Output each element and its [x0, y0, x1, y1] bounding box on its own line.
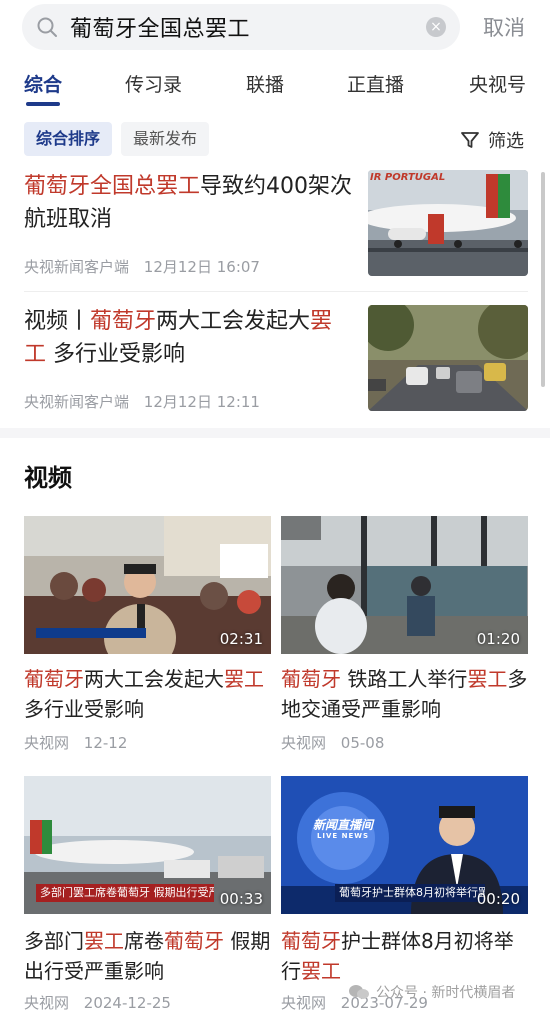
filter-button[interactable]: 筛选	[460, 127, 524, 153]
wechat-icon	[349, 985, 369, 999]
video-title: 葡萄牙护士群体8月初将举行罢工	[281, 926, 528, 986]
tab-bar: 综合 传习录 联播 正直播 央视号	[0, 70, 550, 110]
highlighted-keyword: 葡萄牙	[24, 667, 84, 691]
highlighted-keyword: 罢工	[301, 959, 341, 983]
highlighted-keyword: 罢工	[467, 667, 508, 691]
scrollbar[interactable]	[541, 172, 545, 387]
news-item[interactable]: 视频丨葡萄牙两大工会发起大罢工 多行业受影响 央视新闻客户端 12月12日 12…	[0, 305, 550, 420]
news-item[interactable]: 葡萄牙全国总罢工导致约400架次航班取消 央视新闻客户端 12月12日 16:0…	[0, 170, 550, 285]
video-meta: 央视网 05-08	[281, 732, 384, 753]
sort-latest-chip[interactable]: 最新发布	[121, 122, 210, 156]
video-source: 央视网	[281, 994, 327, 1012]
title-text: 视频丨	[24, 309, 91, 334]
news-title: 视频丨葡萄牙两大工会发起大罢工 多行业受影响	[24, 305, 354, 371]
title-text: 两大工会发起大	[84, 667, 224, 691]
active-tab-indicator	[26, 102, 60, 106]
video-card[interactable]: 新闻直播间 LIVE NEWS 葡萄牙护士群体8月初将举行罢 00:20 葡萄牙…	[281, 776, 528, 1012]
title-text: 多部门	[24, 929, 84, 953]
title-text: 铁路工人举行	[341, 667, 468, 691]
video-duration: 00:33	[219, 890, 263, 908]
highlighted-keyword: 罢工	[224, 667, 264, 691]
highlighted-keyword: 葡萄牙	[164, 929, 224, 953]
news-source: 央视新闻客户端	[24, 258, 130, 276]
highlighted-keyword: 罢工	[84, 929, 124, 953]
highlighted-keyword: 葡萄牙	[281, 667, 341, 691]
video-title: 多部门罢工席卷葡萄牙 假期出行受严重影响	[24, 926, 271, 986]
sort-comprehensive-chip[interactable]: 综合排序	[24, 122, 113, 156]
news-thumbnail: IR PORTUGAL	[368, 170, 528, 276]
video-thumbnail: 新闻直播间 LIVE NEWS 葡萄牙护士群体8月初将举行罢 00:20	[281, 776, 528, 914]
search-bar[interactable]: 葡萄牙全国总罢工 ×	[22, 4, 460, 50]
traffic-street-image	[368, 305, 528, 411]
divider	[24, 291, 528, 292]
filter-label: 筛选	[488, 131, 524, 152]
highlighted-keyword: 葡萄牙	[281, 929, 341, 953]
section-separator	[0, 428, 550, 438]
cancel-button[interactable]: 取消	[483, 12, 525, 42]
tail-text: IR PORTUGAL	[370, 172, 446, 183]
watermark: 公众号 · 新时代横眉者	[348, 982, 515, 1002]
tab-lianbo[interactable]: 联播	[246, 70, 284, 97]
search-icon	[37, 17, 57, 37]
live-news-logo: 新闻直播间 LIVE NEWS	[312, 818, 373, 840]
news-meta: 央视新闻客户端 12月12日 16:07	[24, 256, 260, 277]
news-thumbnail	[368, 305, 528, 411]
title-text: 多行业受影响	[46, 342, 186, 367]
highlighted-keyword: 葡萄牙全国总罢工	[24, 174, 201, 199]
video-meta: 央视网 2024-12-25	[24, 992, 171, 1013]
title-text: 席卷	[124, 929, 164, 953]
video-duration: 02:31	[219, 630, 263, 648]
clear-icon[interactable]: ×	[426, 17, 446, 37]
search-input[interactable]: 葡萄牙全国总罢工	[70, 11, 426, 43]
news-title: 葡萄牙全国总罢工导致约400架次航班取消	[24, 170, 354, 236]
news-source: 央视新闻客户端	[24, 393, 130, 411]
video-meta: 央视网 12-12	[24, 732, 127, 753]
title-text: 多行业受影响	[24, 697, 144, 721]
title-text: 两大工会发起大	[156, 309, 311, 334]
highlighted-keyword: 葡萄牙	[90, 309, 157, 334]
video-thumbnail: 01:20	[281, 516, 528, 654]
video-source: 央视网	[281, 734, 327, 752]
video-title: 葡萄牙 铁路工人举行罢工多地交通受严重影响	[281, 664, 528, 724]
news-time: 12月12日 12:11	[143, 393, 260, 411]
video-card[interactable]: 多部门罢工席卷葡萄牙 假期出行受严重影响 00:33 多部门罢工席卷葡萄牙 假期…	[24, 776, 271, 1012]
video-title: 葡萄牙两大工会发起大罢工 多行业受影响	[24, 664, 271, 724]
video-date: 12-12	[83, 734, 128, 752]
airplane-image	[368, 170, 528, 276]
video-date: 2024-12-25	[83, 994, 171, 1012]
tab-live[interactable]: 正直播	[347, 70, 404, 97]
video-thumbnail: 多部门罢工席卷葡萄牙 假期出行受严重影响 00:33	[24, 776, 271, 914]
tab-cctv-account[interactable]: 央视号	[469, 70, 526, 97]
news-time: 12月12日 16:07	[143, 258, 260, 276]
video-duration: 00:20	[476, 890, 520, 908]
tab-all[interactable]: 综合	[24, 70, 62, 97]
video-source: 央视网	[24, 734, 70, 752]
section-title: 视频	[24, 464, 72, 492]
video-card[interactable]: 01:20 葡萄牙 铁路工人举行罢工多地交通受严重影响 央视网 05-08	[281, 516, 528, 752]
video-card[interactable]: 02:31 葡萄牙两大工会发起大罢工 多行业受影响 央视网 12-12	[24, 516, 271, 752]
filter-icon	[461, 132, 479, 148]
tab-chuanxilu[interactable]: 传习录	[125, 70, 182, 97]
video-thumbnail: 02:31	[24, 516, 271, 654]
video-overlay-caption: 葡萄牙护士群体8月初将举行罢	[335, 884, 485, 902]
sort-row: 综合排序 最新发布 筛选	[0, 122, 550, 158]
video-duration: 01:20	[476, 630, 520, 648]
news-meta: 央视新闻客户端 12月12日 12:11	[24, 391, 260, 412]
video-overlay-caption: 多部门罢工席卷葡萄牙 假期出行受严重影响	[36, 884, 214, 902]
video-source: 央视网	[24, 994, 70, 1012]
video-date: 05-08	[340, 734, 385, 752]
